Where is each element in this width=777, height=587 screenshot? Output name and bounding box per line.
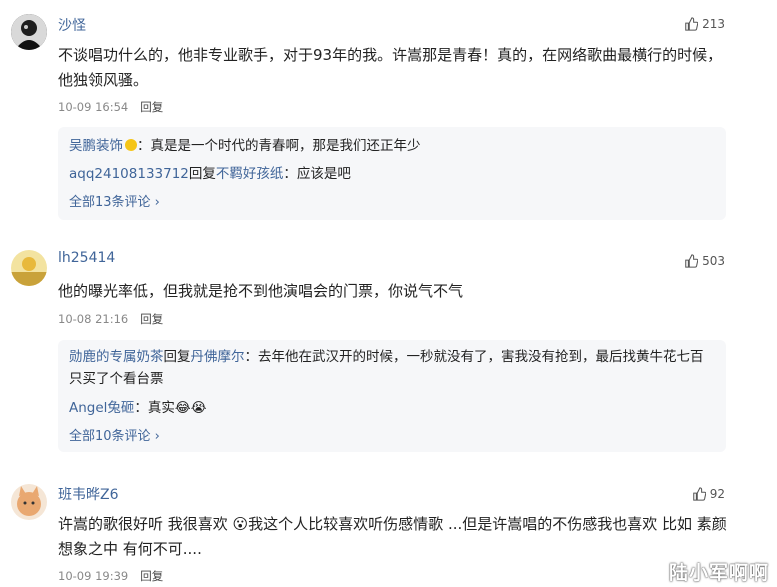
username[interactable]: 班韦晔Z6 — [58, 484, 119, 504]
reply-word: 回复 — [188, 166, 216, 182]
like-count: 213 — [702, 17, 725, 31]
comment-text: 不谈唱功什么的，他非专业歌手，对于93年的我。许嵩那是青春！真的，在网络歌曲最横… — [58, 46, 723, 89]
comment-meta: 10-09 16:54 回复 — [58, 99, 163, 115]
like-count: 503 — [702, 254, 725, 268]
username[interactable]: 沙怪 — [58, 15, 86, 35]
avatar[interactable] — [11, 484, 47, 520]
subreply-user[interactable]: 勋鹿的专属奶茶 — [69, 349, 164, 365]
verified-badge-icon — [125, 139, 137, 151]
reply-target[interactable]: 丹佛摩尔 — [191, 349, 245, 365]
subreply: Angel兔砸：真实😂😭 — [69, 397, 716, 419]
chevron-right-icon: › — [150, 429, 160, 444]
watermark: 陆小军啊啊 — [668, 562, 769, 584]
view-all-label: 全部10条评论 — [69, 429, 151, 444]
comment-text: 许嵩的歌很好听 我很喜欢 😮我这个人比较喜欢听伤感情歌 ...但是许嵩唱的不伤感… — [58, 515, 727, 558]
reply-target[interactable]: 不羁好孩纸 — [216, 166, 284, 182]
subreply-user[interactable]: aqq24108133712 — [69, 166, 189, 182]
view-all-label: 全部13条评论 — [69, 195, 151, 210]
comment-meta: 10-08 21:16 回复 — [58, 311, 163, 327]
avatar[interactable] — [11, 250, 47, 286]
view-all-replies-link[interactable]: 全部13条评论 › — [69, 191, 160, 210]
view-all-replies-link[interactable]: 全部10条评论 › — [69, 425, 160, 444]
comment-text: 他的曝光率低，但我就是抢不到他演唱会的门票，你说气不气 — [58, 282, 464, 300]
subreply: 吴鹏装饰 ：真是是一个时代的青春啊，那是我们还正年少 — [69, 135, 716, 157]
reply-box: 勋鹿的专属奶茶回复丹佛摩尔：去年他在武汉开的时候，一秒就没有了，害我没有抢到，最… — [58, 340, 726, 452]
reply-word: 回复 — [163, 349, 191, 365]
thumbs-up-icon — [685, 17, 699, 31]
subreply: aqq24108133712回复不羁好孩纸：应该是吧 — [69, 163, 716, 185]
thumbs-up-icon — [692, 487, 706, 501]
avatar[interactable] — [11, 14, 47, 50]
reply-button[interactable]: 回复 — [140, 100, 163, 114]
timestamp: 10-09 16:54 — [58, 100, 129, 114]
timestamp: 10-08 21:16 — [58, 312, 129, 326]
subreply-content: ：真是是一个时代的青春啊，那是我们还正年少 — [137, 138, 421, 154]
reply-box: 吴鹏装饰 ：真是是一个时代的青春啊，那是我们还正年少 aqq24108133712… — [58, 127, 726, 220]
like-button[interactable]: 213 — [684, 17, 725, 31]
subreply-content: ：应该是吧 — [283, 166, 351, 182]
reply-button[interactable]: 回复 — [140, 312, 163, 326]
like-button[interactable]: 503 — [684, 254, 725, 268]
like-button[interactable]: 92 — [692, 487, 725, 501]
subreply-user[interactable]: 吴鹏装饰 — [69, 138, 123, 154]
comment-meta: 10-09 19:39 回复 — [58, 568, 163, 584]
like-count: 92 — [709, 487, 725, 501]
subreply: 勋鹿的专属奶茶回复丹佛摩尔：去年他在武汉开的时候，一秒就没有了，害我没有抢到，最… — [69, 346, 716, 390]
chevron-right-icon: › — [150, 195, 160, 210]
subreply-user[interactable]: Angel兔砸 — [69, 400, 134, 416]
username[interactable]: lh25414 — [58, 250, 115, 266]
timestamp: 10-09 19:39 — [58, 569, 129, 583]
reply-button[interactable]: 回复 — [140, 569, 163, 583]
subreply-content: ：真实 — [134, 400, 175, 416]
laugh-cry-emoji-icon: 😂😭 — [174, 400, 207, 416]
thumbs-up-icon — [685, 254, 699, 268]
